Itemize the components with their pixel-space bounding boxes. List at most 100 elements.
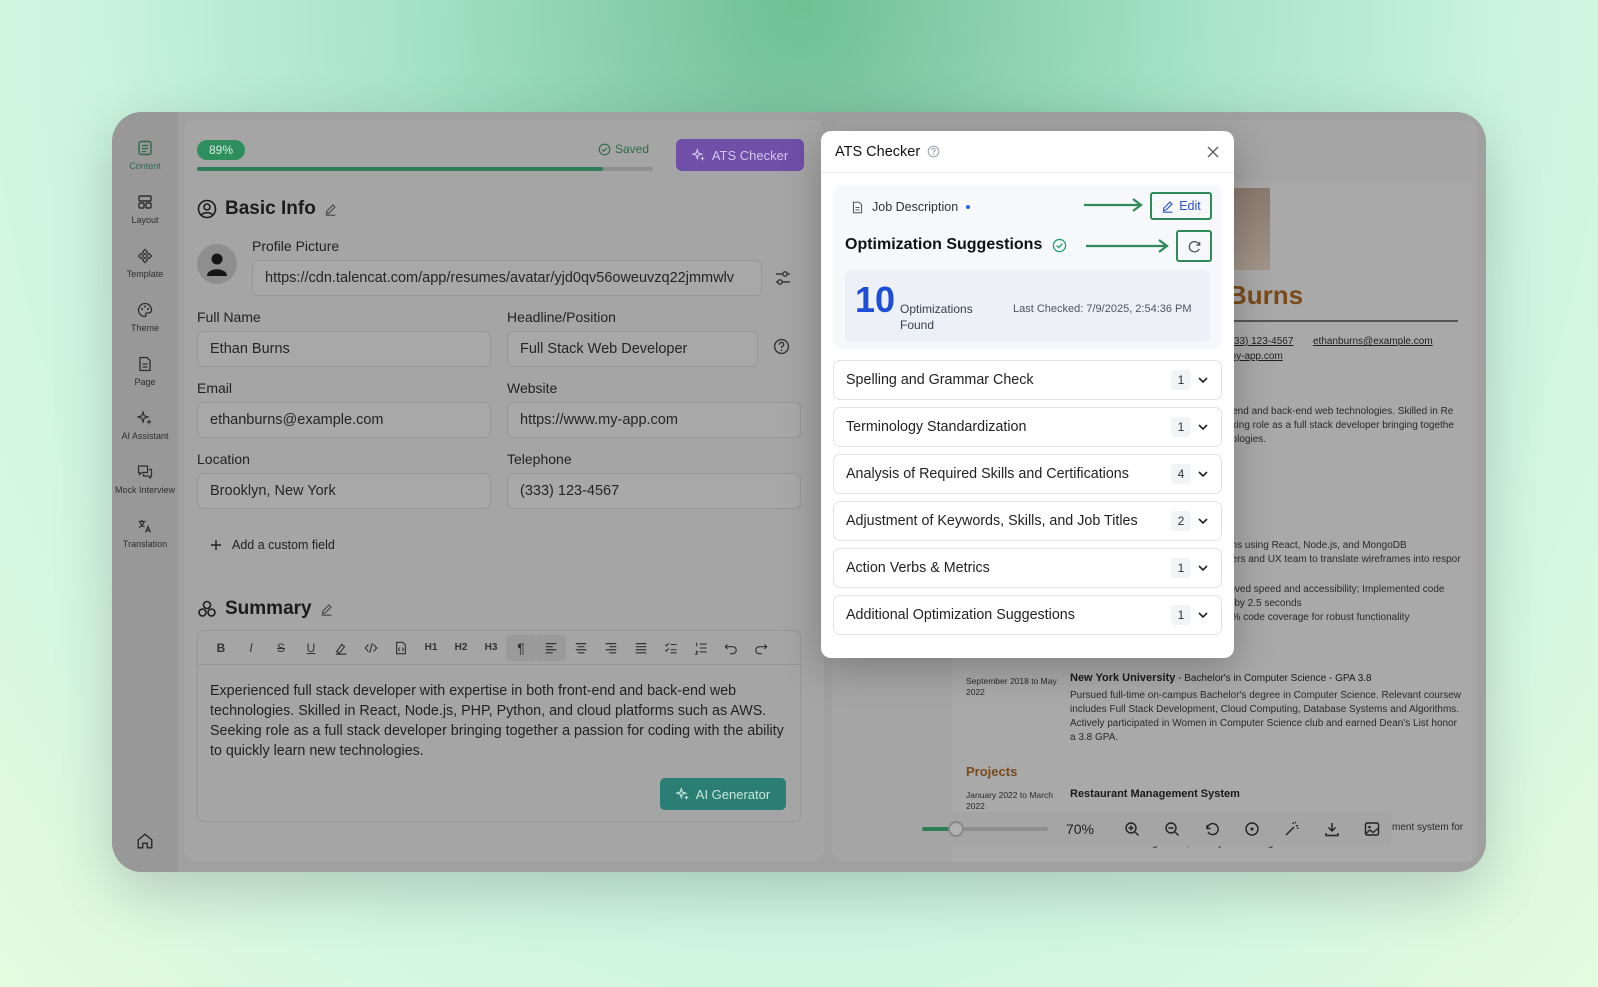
close-icon[interactable] <box>1206 145 1220 159</box>
code-button[interactable] <box>356 635 386 661</box>
resume-phone[interactable]: (333) 123-4567 <box>1225 336 1293 347</box>
page-icon <box>139 356 151 371</box>
sidebar-item-layout[interactable]: Layout <box>112 182 178 236</box>
align-center-button[interactable] <box>566 635 596 661</box>
underline-label: U <box>306 640 316 655</box>
sidebar-item-mock-interview[interactable]: Mock Interview <box>112 452 178 506</box>
ordered-list-button[interactable] <box>686 635 716 661</box>
resume-experience-line: gers and UX team to translate wireframes… <box>1226 554 1461 565</box>
align-left-button[interactable] <box>536 634 566 661</box>
chevron-down-icon <box>1198 377 1208 384</box>
sidebar-item-page[interactable]: Page <box>112 344 178 398</box>
resume-email[interactable]: ethanburns@example.com <box>1313 336 1433 347</box>
accordion-spelling-grammar[interactable]: Spelling and Grammar Check 1 <box>833 360 1222 400</box>
zoom-slider-handle[interactable] <box>947 821 964 837</box>
zoom-toolbar: 70% <box>908 812 1392 846</box>
sparkle-icon <box>675 787 689 801</box>
edit-job-description-button[interactable]: Edit <box>1150 192 1212 220</box>
ordered-list-icon <box>694 642 707 655</box>
add-custom-field-label: Add a custom field <box>232 538 335 552</box>
fit-page-button[interactable] <box>1232 821 1272 837</box>
accordion-terminology[interactable]: Terminology Standardization 1 <box>833 407 1222 447</box>
sidebar-item-content[interactable]: Content <box>112 128 178 182</box>
full-name-label: Full Name <box>197 309 261 325</box>
chevron-down-icon <box>1198 612 1208 619</box>
accordion-required-skills[interactable]: Analysis of Required Skills and Certific… <box>833 454 1222 494</box>
magic-wand-button[interactable] <box>1272 821 1312 837</box>
full-name-input[interactable]: Ethan Burns <box>197 331 491 367</box>
bold-button[interactable]: B <box>206 635 236 661</box>
add-custom-field-button[interactable]: Add a custom field <box>210 538 335 552</box>
justify-button[interactable] <box>626 635 656 661</box>
code-block-button[interactable] <box>386 635 416 661</box>
resume-name: Burns <box>1228 280 1304 310</box>
accordion-count-badge: 1 <box>1171 370 1191 390</box>
email-input[interactable]: ethanburns@example.com <box>197 402 491 438</box>
sidebar-item-theme[interactable]: Theme <box>112 290 178 344</box>
redo-button[interactable] <box>746 635 776 661</box>
help-circle-icon[interactable] <box>927 145 940 158</box>
adjust-settings-icon[interactable] <box>774 269 792 287</box>
accordion-action-verbs[interactable]: Action Verbs & Metrics 1 <box>833 548 1222 588</box>
pencil-icon[interactable] <box>320 603 333 616</box>
resume-project-title: Restaurant Management System <box>1070 788 1240 800</box>
sidebar-item-label: Layout <box>131 214 159 225</box>
strikethrough-button[interactable]: S <box>266 635 296 661</box>
highlight-button[interactable] <box>326 635 356 661</box>
sparkle-icon <box>691 148 705 162</box>
h1-label: H1 <box>424 642 438 653</box>
pencil-icon[interactable] <box>324 203 337 216</box>
sidebar-item-translation[interactable]: Translation <box>112 506 178 560</box>
sidebar-item-ai-assistant[interactable]: AI Assistant <box>112 398 178 452</box>
paragraph-button[interactable]: ¶ <box>506 634 536 661</box>
telephone-input[interactable]: (333) 123-4567 <box>507 473 801 509</box>
website-label: Website <box>507 380 558 396</box>
download-icon <box>1325 823 1339 837</box>
headline-input[interactable]: Full Stack Web Developer <box>507 331 758 367</box>
accordion-additional[interactable]: Additional Optimization Suggestions 1 <box>833 595 1222 635</box>
home-icon[interactable] <box>136 832 154 850</box>
accordion-keywords[interactable]: Adjustment of Keywords, Skills, and Job … <box>833 501 1222 541</box>
heading-1-button[interactable]: H1 <box>416 635 446 661</box>
resume-education-line: a 3.8 GPA. <box>1070 732 1119 743</box>
ai-generator-button[interactable]: AI Generator <box>660 778 786 810</box>
highlighter-icon <box>335 643 347 655</box>
export-image-button[interactable] <box>1352 821 1392 837</box>
accordion-count-badge: 2 <box>1171 511 1191 531</box>
resume-project-line: ment system for <box>1392 822 1464 833</box>
underline-button[interactable]: U <box>296 635 326 661</box>
sidebar-item-label: Mock Interview <box>114 484 176 495</box>
undo-button[interactable] <box>716 635 746 661</box>
refresh-suggestions-button[interactable] <box>1176 230 1212 262</box>
zoom-slider[interactable] <box>922 821 1048 837</box>
resume-experience-line: e by 2.5 seconds <box>1226 598 1302 609</box>
summary-text[interactable]: Experienced full stack developer with ex… <box>198 665 800 777</box>
zoom-out-button[interactable] <box>1152 821 1192 837</box>
website-input[interactable]: https://www.my-app.com <box>507 402 801 438</box>
resume-experience-line: 0% code coverage for robust functionalit… <box>1226 612 1410 623</box>
ats-checker-button[interactable]: ATS Checker <box>676 139 804 171</box>
italic-button[interactable]: I <box>236 635 266 661</box>
user-circle-icon <box>197 199 217 219</box>
location-input[interactable]: Brooklyn, New York <box>197 473 491 509</box>
document-icon <box>852 201 863 213</box>
help-circle-icon[interactable] <box>773 338 790 355</box>
resume-experience-line: roved speed and accessibility; Implement… <box>1226 584 1445 595</box>
accordion-label: Action Verbs & Metrics <box>846 560 990 576</box>
resume-school: New York University <box>1070 672 1176 684</box>
profile-picture-url-input[interactable]: https://cdn.talencat.com/app/resumes/ava… <box>252 260 762 296</box>
sidebar-item-template[interactable]: Template <box>112 236 178 290</box>
undo-icon <box>724 643 737 654</box>
sidebar-item-label: AI Assistant <box>121 430 169 441</box>
telephone-label: Telephone <box>507 451 572 467</box>
download-button[interactable] <box>1312 821 1352 837</box>
optimization-count: 10 <box>855 279 896 320</box>
heading-2-button[interactable]: H2 <box>446 635 476 661</box>
annotation-arrow <box>1086 239 1169 253</box>
zoom-in-button[interactable] <box>1112 821 1152 837</box>
align-right-button[interactable] <box>596 635 626 661</box>
accordion-label: Spelling and Grammar Check <box>846 372 1034 388</box>
heading-3-button[interactable]: H3 <box>476 635 506 661</box>
reset-zoom-button[interactable] <box>1192 821 1232 837</box>
task-list-button[interactable] <box>656 635 686 661</box>
